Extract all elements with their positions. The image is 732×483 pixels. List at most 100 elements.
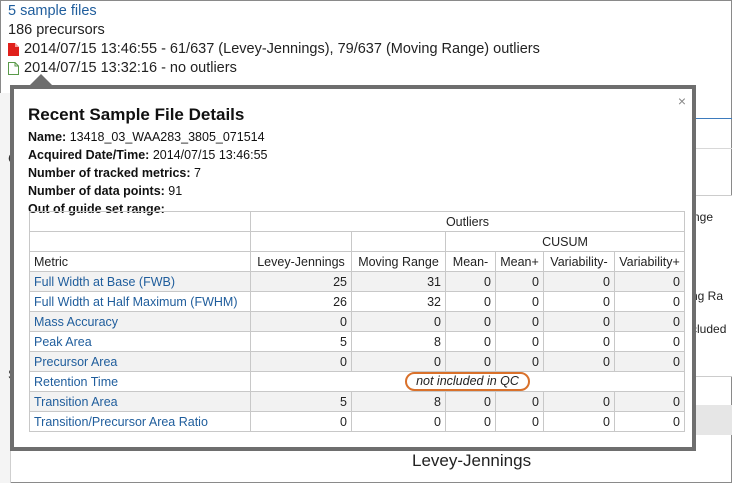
value-cell: 0 <box>445 271 496 292</box>
value-cell: 0 <box>495 391 544 412</box>
value-cell: 0 <box>495 291 544 312</box>
column-header-mean-minus: Mean- <box>445 251 496 272</box>
sample-file-row[interactable]: 2014/07/15 13:46:55 - 61/637 (Levey-Jenn… <box>8 40 540 59</box>
precursor-count: 186 precursors <box>8 22 105 38</box>
table-header-cell <box>351 231 446 252</box>
metric-link[interactable]: Transition/Precursor Area Ratio <box>34 415 208 429</box>
value-cell: 0 <box>250 411 352 432</box>
column-header-moving-range: Moving Range <box>351 251 446 272</box>
detail-value: 13418_03_WAA283_3805_071514 <box>69 130 265 144</box>
table-row: Transition/Precursor Area Ratio 0 0 0 0 0 0 <box>29 411 685 432</box>
popup-pointer <box>30 74 52 85</box>
value-cell: 0 <box>495 351 544 372</box>
table-header-cell <box>250 231 352 252</box>
chart-title: Levey-Jennings <box>412 451 532 470</box>
value-cell: 0 <box>495 411 544 432</box>
value-cell: 0 <box>445 311 496 332</box>
value-cell: 0 <box>614 311 685 332</box>
value-cell: 0 <box>614 291 685 312</box>
sample-file-row[interactable]: 2014/07/15 13:32:16 - no outliers <box>8 59 540 78</box>
value-cell: 5 <box>250 331 352 352</box>
metric-link[interactable]: Full Width at Half Maximum (FWHM) <box>34 295 237 309</box>
detail-label: Acquired Date/Time: <box>28 148 150 162</box>
detail-tracked-metrics: Number of tracked metrics: 7 <box>28 166 201 180</box>
value-cell: 0 <box>614 271 685 292</box>
value-cell: 8 <box>351 331 446 352</box>
table-row: Peak Area 5 8 0 0 0 0 <box>29 331 685 352</box>
table-header-row: CUSUM <box>29 231 685 252</box>
white-file-icon <box>8 62 19 75</box>
table-row: Full Width at Base (FWB) 25 31 0 0 0 0 <box>29 271 685 292</box>
cusum-group-header: CUSUM <box>445 231 685 252</box>
value-cell: 0 <box>495 271 544 292</box>
value-cell: 0 <box>543 291 615 312</box>
value-cell: 0 <box>614 351 685 372</box>
value-cell: 0 <box>495 311 544 332</box>
red-file-icon <box>8 43 19 56</box>
metric-link[interactable]: Precursor Area <box>34 355 117 369</box>
table-row: Precursor Area 0 0 0 0 0 0 <box>29 351 685 372</box>
value-cell: 0 <box>543 311 615 332</box>
column-header-variability-plus: Variability+ <box>614 251 685 272</box>
value-cell: 0 <box>445 351 496 372</box>
sample-file-text: 2014/07/15 13:32:16 - no outliers <box>24 60 237 76</box>
value-cell: 0 <box>351 351 446 372</box>
table-row: Mass Accuracy 0 0 0 0 0 0 <box>29 311 685 332</box>
column-header-row: Metric Levey-Jennings Moving Range Mean-… <box>29 251 685 272</box>
metric-link[interactable]: Retention Time <box>34 375 118 389</box>
not-included-note: not included in QC <box>405 372 530 391</box>
metric-link[interactable]: Full Width at Base (FWB) <box>34 275 175 289</box>
detail-data-points: Number of data points: 91 <box>28 184 182 198</box>
value-cell: 0 <box>445 291 496 312</box>
background-table-panel: nge ng Ra cluded <box>690 195 732 377</box>
detail-acquired: Acquired Date/Time: 2014/07/15 13:46:55 <box>28 148 268 162</box>
value-cell: 0 <box>445 331 496 352</box>
value-cell: 25 <box>250 271 352 292</box>
metric-cell: Precursor Area <box>29 351 251 372</box>
metric-link[interactable]: Mass Accuracy <box>34 315 118 329</box>
metric-link[interactable]: Transition Area <box>34 395 118 409</box>
value-cell: 0 <box>543 411 615 432</box>
detail-value: 91 <box>168 184 183 198</box>
detail-label: Name: <box>28 130 67 144</box>
table-row: Full Width at Half Maximum (FWHM) 26 32 0 0 0… <box>29 291 685 312</box>
bg-toolbar <box>690 405 732 435</box>
value-cell: 26 <box>250 291 352 312</box>
value-cell: 0 <box>614 411 685 432</box>
value-cell: 0 <box>445 391 496 412</box>
value-cell: 0 <box>495 331 544 352</box>
recent-sample-file-popup: × Recent Sample File Details Name: 13418… <box>10 85 696 451</box>
detail-name: Name: 13418_03_WAA283_3805_071514 <box>28 130 265 144</box>
value-cell: 0 <box>543 271 615 292</box>
detail-label: Number of tracked metrics: <box>28 166 191 180</box>
table-header-cell <box>29 211 251 232</box>
popup-title: Recent Sample File Details <box>28 105 245 124</box>
column-header-variability-minus: Variability- <box>543 251 615 272</box>
value-cell: 0 <box>351 411 446 432</box>
value-cell: 0 <box>351 311 446 332</box>
column-header-levey-jennings: Levey-Jennings <box>250 251 352 272</box>
value-cell: 0 <box>543 351 615 372</box>
detail-value: 2014/07/15 13:46:55 <box>152 148 268 162</box>
value-cell: 0 <box>250 311 352 332</box>
bg-table-text: nge <box>693 210 714 224</box>
value-cell: 0 <box>250 351 352 372</box>
not-included-cell: not included in QC <box>250 371 685 392</box>
detail-value: 7 <box>194 166 201 180</box>
outliers-table: Outliers CUSUM Metric Levey-Jennings Mov… <box>29 211 685 432</box>
column-header-metric: Metric <box>29 251 251 272</box>
metric-cell: Retention Time <box>29 371 251 392</box>
value-cell: 0 <box>614 391 685 412</box>
close-icon[interactable]: × <box>678 93 686 109</box>
value-cell: 0 <box>614 331 685 352</box>
bg-table-text: cluded <box>691 322 727 336</box>
value-cell: 32 <box>351 291 446 312</box>
detail-label: Number of data points: <box>28 184 165 198</box>
metric-cell: Transition Area <box>29 391 251 412</box>
qc-summary-header: 5 sample files 186 precursors 2014/07/15… <box>8 2 540 78</box>
metric-cell: Transition/Precursor Area Ratio <box>29 411 251 432</box>
metric-link[interactable]: Peak Area <box>34 335 92 349</box>
value-cell: 5 <box>250 391 352 412</box>
value-cell: 0 <box>543 331 615 352</box>
sample-files-link[interactable]: 5 sample files <box>8 2 540 21</box>
